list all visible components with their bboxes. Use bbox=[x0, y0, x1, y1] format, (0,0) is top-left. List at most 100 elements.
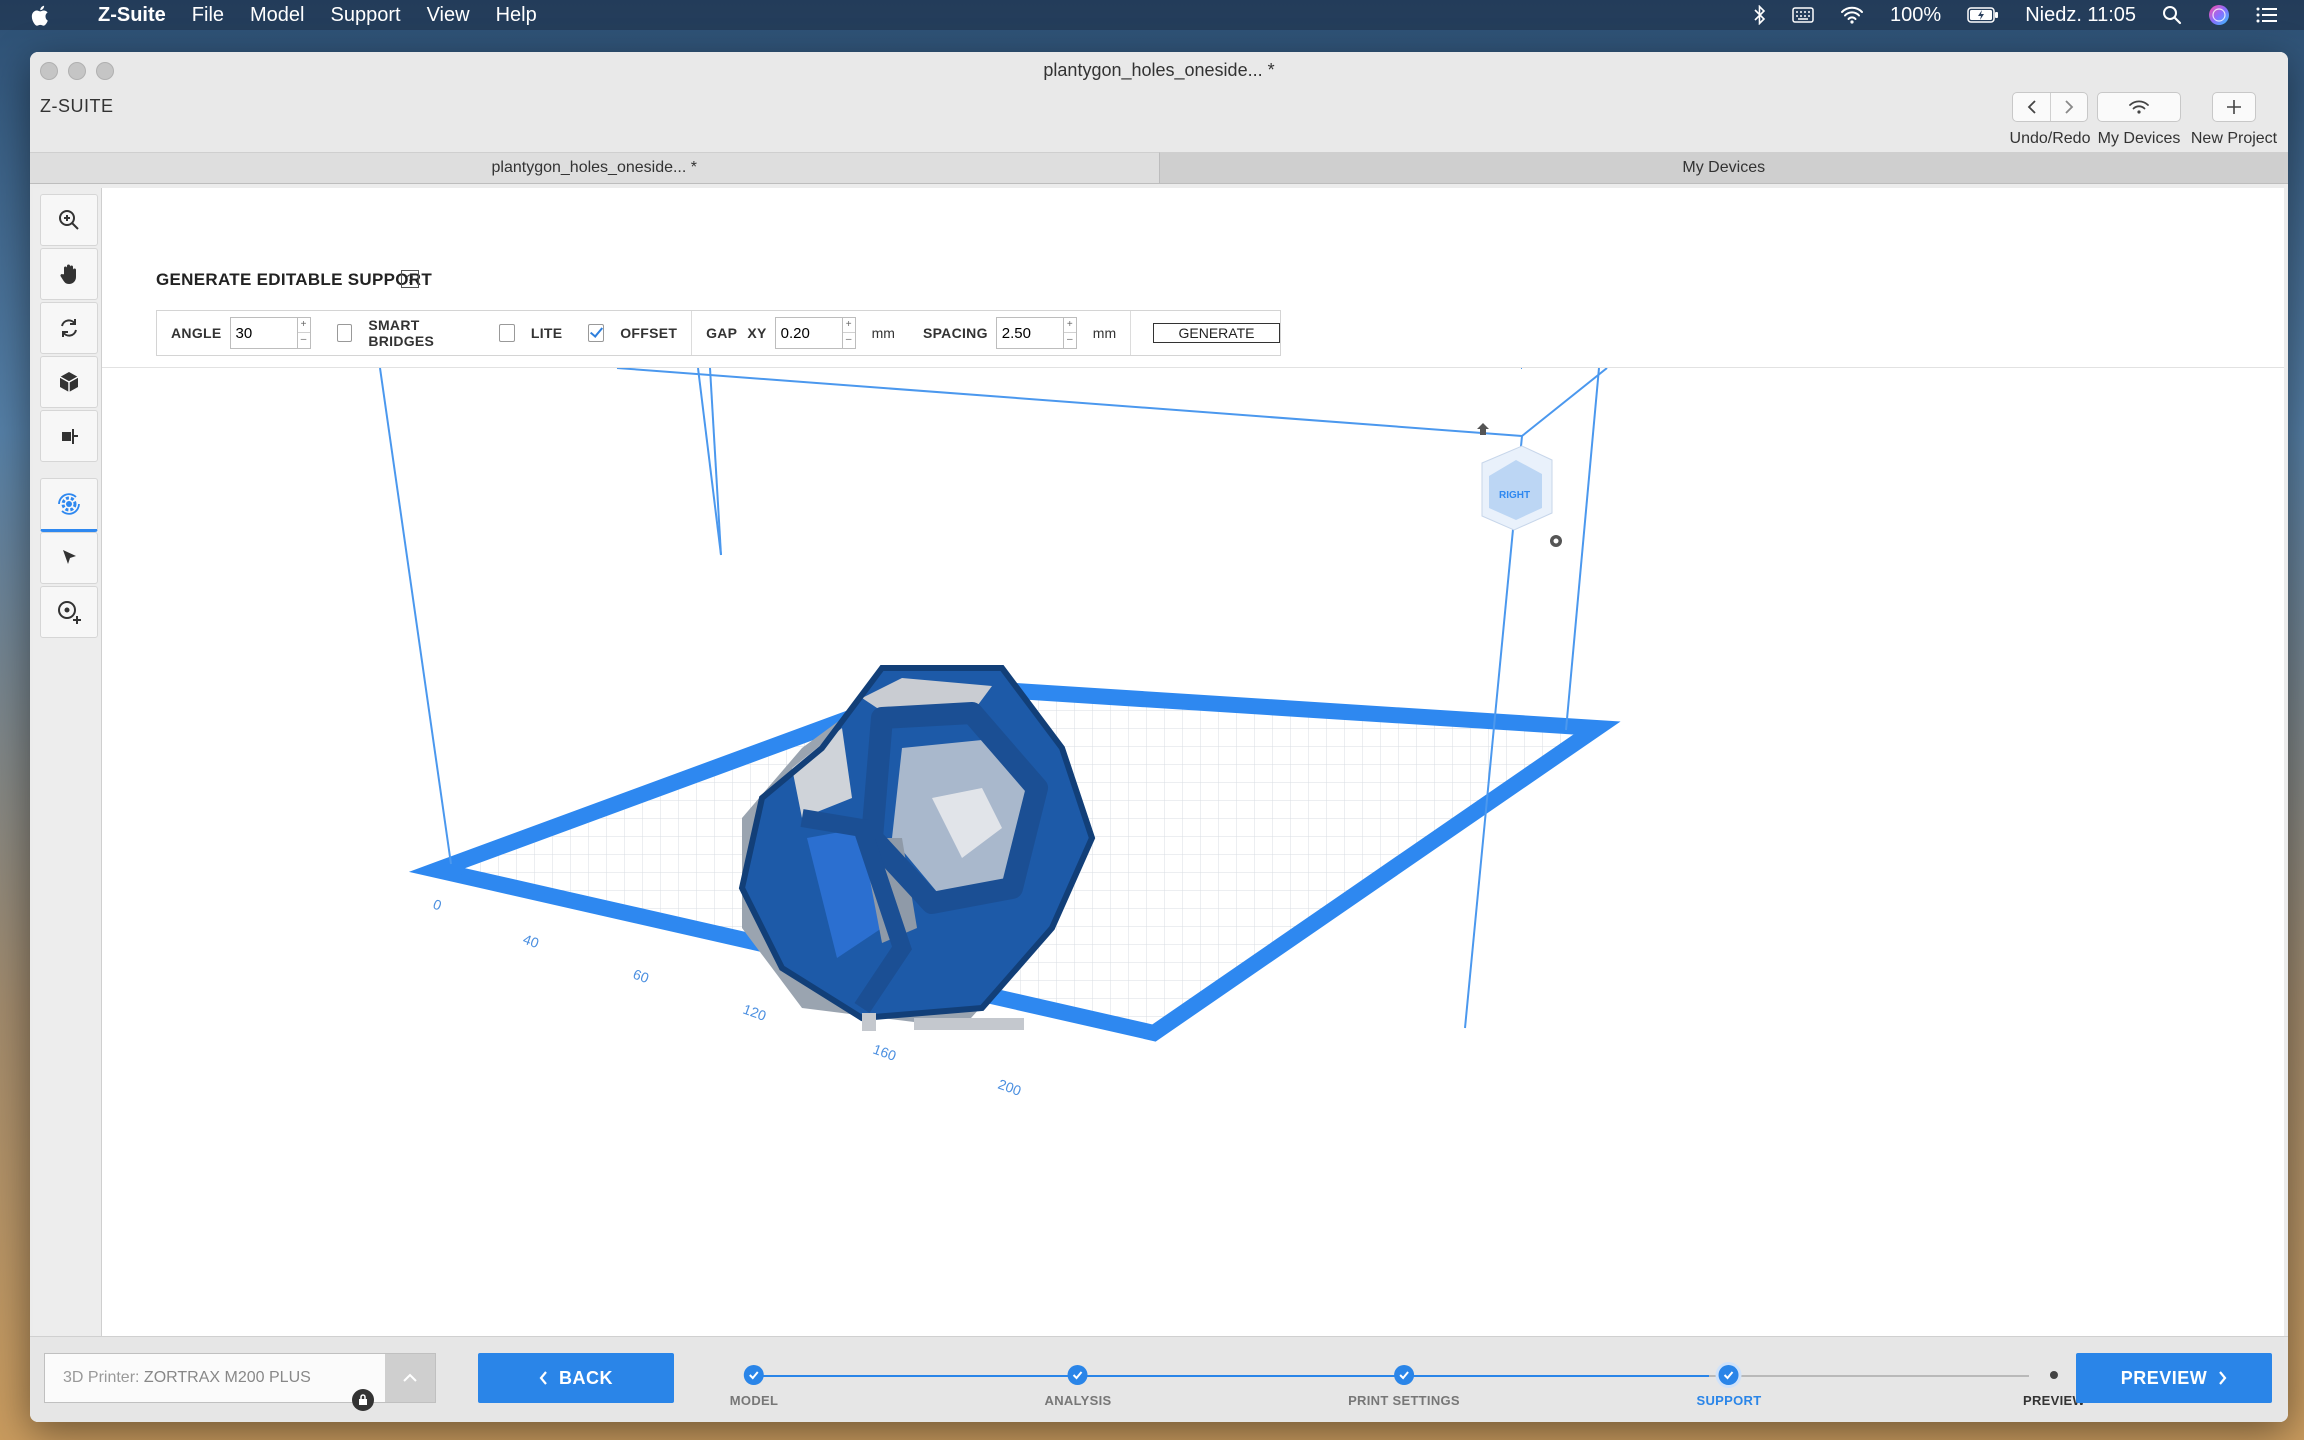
offset-label: OFFSET bbox=[620, 325, 678, 341]
rotate-tool-button[interactable] bbox=[40, 302, 98, 354]
tool-sidebar bbox=[33, 188, 102, 1388]
wifi-icon bbox=[2129, 100, 2149, 114]
check-icon bbox=[1073, 1371, 1083, 1380]
axis-tick: 60 bbox=[631, 966, 651, 986]
my-devices-group: My Devices bbox=[2094, 92, 2184, 148]
bluetooth-icon[interactable] bbox=[1754, 5, 1766, 25]
bottom-bar: 3D Printer: ZORTRAX M200 PLUS BACK MODEL… bbox=[30, 1336, 2288, 1422]
menu-bar: Z-Suite File Model Support View Help 100… bbox=[0, 0, 2304, 30]
step-model[interactable]: MODEL bbox=[730, 1365, 778, 1408]
axis-tick: 0 bbox=[431, 896, 444, 914]
printer-select[interactable]: 3D Printer: ZORTRAX M200 PLUS bbox=[44, 1353, 436, 1403]
title-bar: plantygon_holes_oneside... * Z-SUITE Und… bbox=[30, 52, 2288, 184]
smart-bridges-checkbox[interactable] bbox=[336, 324, 353, 342]
tab-project[interactable]: plantygon_holes_oneside... * bbox=[30, 152, 1159, 184]
step-analysis[interactable]: ANALYSIS bbox=[1045, 1365, 1112, 1408]
angle-stepper[interactable]: +– bbox=[229, 317, 311, 349]
lock-icon[interactable] bbox=[352, 1389, 374, 1411]
undo-redo-label: Undo/Redo bbox=[2009, 130, 2091, 147]
gap-label: GAP bbox=[706, 325, 738, 341]
notification-center-icon[interactable] bbox=[2256, 6, 2278, 24]
3d-viewport[interactable]: 0 40 60 120 160 200 RIGHT bbox=[102, 367, 2284, 1389]
menu-support[interactable]: Support bbox=[331, 4, 401, 27]
angle-label: ANGLE bbox=[171, 325, 222, 341]
main-panel: GENERATE EDITABLE SUPPORT ? ANGLE +– SMA… bbox=[102, 188, 2284, 1389]
scene-canvas[interactable]: 0 40 60 120 160 200 RIGHT bbox=[102, 368, 2284, 1389]
undo-redo-group: Undo/Redo bbox=[2000, 92, 2100, 148]
undo-button[interactable] bbox=[2014, 93, 2051, 121]
gap-input[interactable] bbox=[775, 318, 842, 348]
view-cube[interactable]: RIGHT bbox=[1477, 423, 1562, 547]
my-devices-button[interactable] bbox=[2097, 92, 2181, 122]
hand-icon bbox=[60, 264, 76, 284]
window-title: plantygon_holes_oneside... * bbox=[1043, 60, 1275, 80]
cube-icon bbox=[59, 372, 79, 392]
wifi-icon[interactable] bbox=[1840, 6, 1864, 24]
increment-icon[interactable]: + bbox=[1063, 318, 1076, 333]
check-icon bbox=[1724, 1371, 1734, 1380]
step-support[interactable]: SUPPORT bbox=[1697, 1365, 1762, 1408]
new-project-button[interactable] bbox=[2212, 92, 2256, 122]
increment-icon[interactable]: + bbox=[297, 318, 310, 333]
siri-icon[interactable] bbox=[2208, 4, 2230, 26]
divider bbox=[1130, 311, 1131, 355]
select-tool-button[interactable] bbox=[40, 532, 98, 584]
back-button[interactable]: BACK bbox=[478, 1353, 674, 1403]
generate-button[interactable]: GENERATE bbox=[1152, 323, 1281, 343]
plus-icon bbox=[2227, 100, 2241, 114]
preview-button[interactable]: PREVIEW bbox=[2076, 1353, 2272, 1403]
clock[interactable]: Niedz. 11:05 bbox=[2025, 4, 2136, 27]
spacing-input[interactable] bbox=[996, 318, 1063, 348]
step-print-settings[interactable]: PRINT SETTINGS bbox=[1348, 1365, 1460, 1408]
support-gear-icon bbox=[58, 493, 80, 515]
new-project-label: New Project bbox=[2190, 130, 2278, 147]
angle-input[interactable] bbox=[230, 318, 297, 348]
check-icon bbox=[1399, 1371, 1409, 1380]
gap-unit: mm bbox=[871, 325, 895, 341]
rotate-icon bbox=[61, 319, 77, 337]
gap-stepper[interactable]: +– bbox=[774, 317, 856, 349]
back-button-label: BACK bbox=[559, 1367, 613, 1388]
place-on-face-button[interactable] bbox=[40, 410, 98, 462]
keyboard-icon[interactable] bbox=[1792, 7, 1814, 23]
redo-button[interactable] bbox=[2051, 93, 2087, 121]
decrement-icon[interactable]: – bbox=[298, 333, 310, 347]
cursor-arrow-icon bbox=[63, 550, 76, 564]
chevron-left-icon bbox=[539, 1371, 547, 1385]
menu-help[interactable]: Help bbox=[496, 4, 537, 27]
new-project-group: New Project bbox=[2184, 92, 2284, 148]
add-point-icon bbox=[58, 601, 81, 624]
axis-tick: 200 bbox=[996, 1076, 1024, 1099]
check-icon bbox=[749, 1371, 759, 1380]
app-menu[interactable]: Z-Suite bbox=[98, 4, 166, 27]
decrement-icon[interactable]: – bbox=[843, 333, 855, 347]
spotlight-search-icon[interactable] bbox=[2162, 5, 2182, 25]
apple-icon[interactable] bbox=[28, 5, 52, 26]
support-tool-button[interactable] bbox=[40, 478, 98, 532]
smart-bridges-label: SMART BRIDGES bbox=[368, 317, 435, 349]
increment-icon[interactable]: + bbox=[842, 318, 855, 333]
tab-my-devices[interactable]: My Devices bbox=[1158, 152, 2288, 184]
axis-tick: 120 bbox=[741, 1001, 769, 1024]
view-tool-button[interactable] bbox=[40, 356, 98, 408]
divider bbox=[691, 311, 693, 355]
menu-view[interactable]: View bbox=[427, 4, 470, 27]
lay-flat-icon bbox=[62, 429, 78, 444]
decrement-icon[interactable]: – bbox=[1064, 333, 1076, 347]
menu-model[interactable]: Model bbox=[250, 4, 304, 27]
zoom-in-icon bbox=[59, 210, 79, 230]
offset-checkbox[interactable] bbox=[588, 324, 605, 342]
support-options-bar: ANGLE +– SMART BRIDGES LITE OFFSET GAP X… bbox=[156, 310, 1281, 356]
gap-axis-label: XY bbox=[747, 325, 767, 341]
lite-checkbox[interactable] bbox=[499, 324, 515, 342]
menu-file[interactable]: File bbox=[192, 4, 224, 27]
battery-icon[interactable] bbox=[1967, 7, 1999, 23]
chevron-left-icon bbox=[2027, 100, 2036, 114]
add-support-button[interactable] bbox=[40, 586, 98, 638]
printer-select-value: 3D Printer: ZORTRAX M200 PLUS bbox=[63, 1369, 311, 1386]
spacing-stepper[interactable]: +– bbox=[995, 317, 1077, 349]
chevron-up-icon[interactable] bbox=[385, 1354, 435, 1402]
pan-tool-button[interactable] bbox=[40, 248, 98, 300]
help-button[interactable]: ? bbox=[401, 270, 419, 288]
zoom-tool-button[interactable] bbox=[40, 194, 98, 246]
